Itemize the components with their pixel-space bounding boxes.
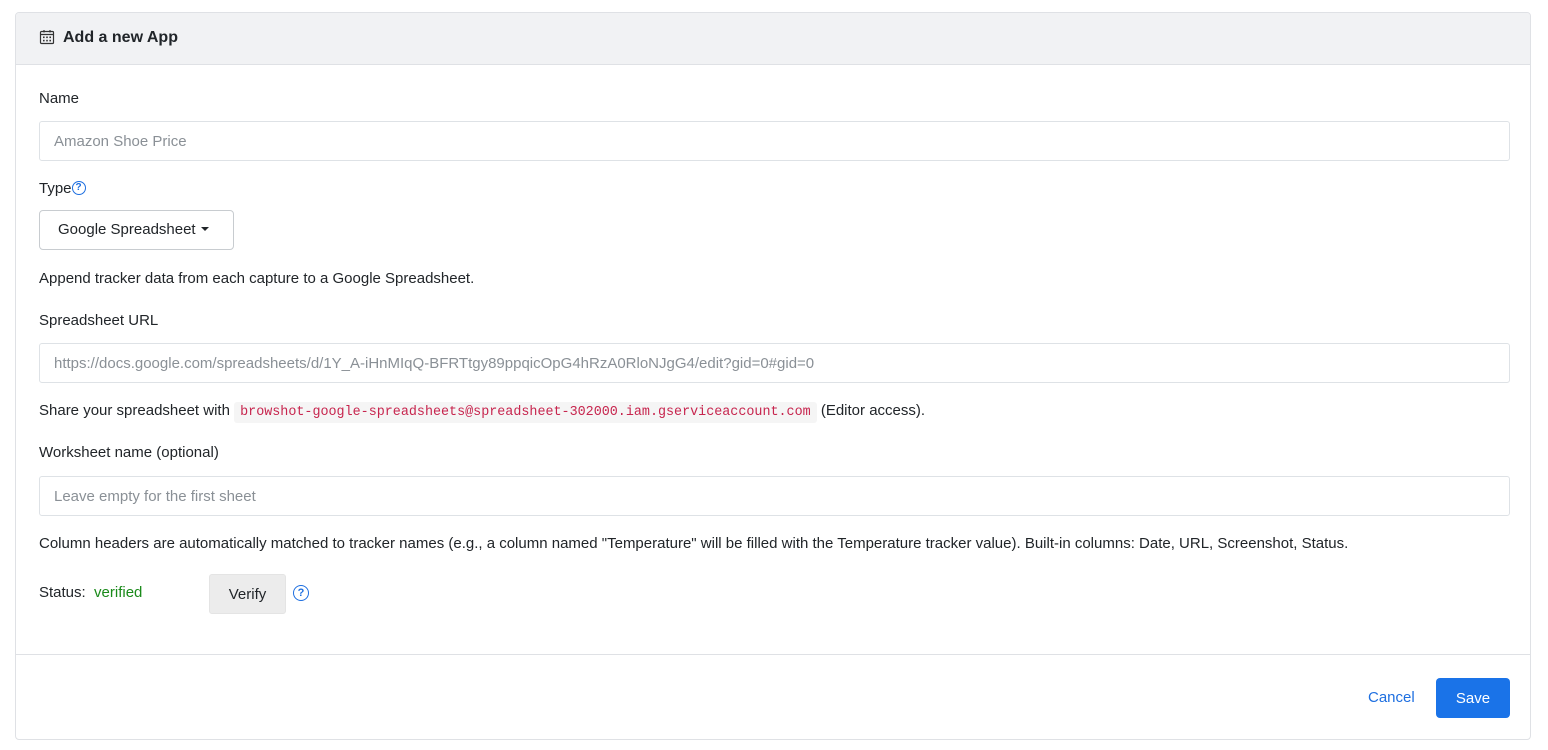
worksheet-name-label: Worksheet name (optional) [39,444,219,461]
caret-down-icon [200,227,209,232]
spreadsheet-url-input[interactable] [39,343,1510,383]
share-instructions: Share your spreadsheet with browshot-goo… [39,402,926,423]
status-value: verified [94,584,143,601]
type-dropdown[interactable]: Google Spreadsheet [39,210,234,250]
share-suffix: (Editor access). [820,402,926,419]
name-input[interactable] [39,121,1510,161]
type-label-group: Type? [39,180,86,198]
type-dropdown-value: Google Spreadsheet [58,221,196,238]
calendar-icon [39,30,55,45]
worksheet-name-input[interactable] [39,476,1510,516]
question-circle-icon[interactable]: ? [71,181,86,195]
share-prefix: Share your spreadsheet with [39,402,230,419]
name-label: Name [39,90,80,107]
footer-divider [16,654,1530,655]
cancel-button[interactable]: Cancel [1368,689,1415,707]
verify-button[interactable]: Verify [209,574,286,614]
type-label: Type [39,180,72,197]
spreadsheet-url-label: Spreadsheet URL [39,312,159,329]
status-row: Status: verified [39,584,142,602]
type-description: Append tracker data from each capture to… [39,270,475,287]
columns-note: Column headers are automatically matched… [39,535,1349,552]
question-circle-icon[interactable]: ? [293,585,309,601]
add-app-card: Add a new App Name Type? Google Spreadsh… [15,12,1531,740]
save-button[interactable]: Save [1436,678,1510,718]
status-label: Status: [39,584,86,601]
card-header: Add a new App [16,13,1530,65]
service-account-email: browshot-google-spreadsheets@spreadsheet… [234,402,817,423]
page-title: Add a new App [63,29,178,46]
